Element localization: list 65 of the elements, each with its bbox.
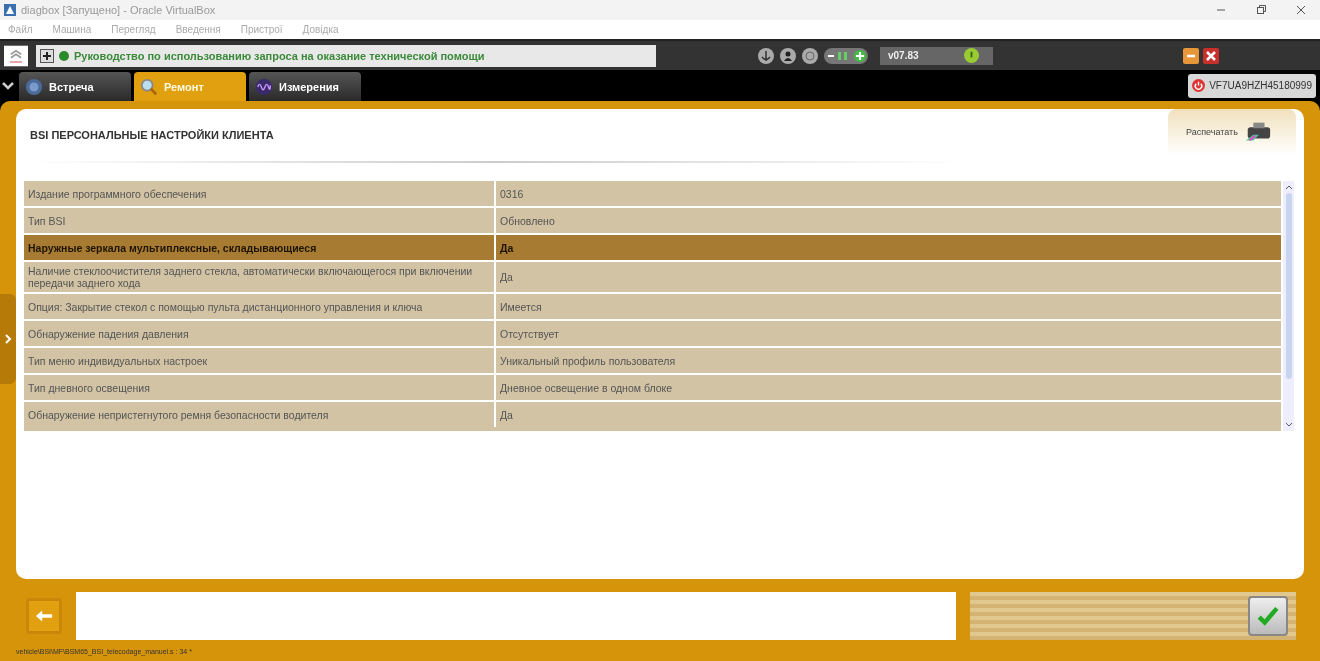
menu-item[interactable]: Перегляд <box>111 24 156 35</box>
close-icon[interactable] <box>1203 47 1219 64</box>
table-row[interactable]: Опция: Закрытие стекол с помощью пульта дистанционного управления и ключа Имеется <box>24 294 1281 319</box>
table-cell-text: Да <box>499 240 515 256</box>
help-link[interactable]: Руководство по использованию запроса на оказание технической помощи <box>74 49 485 62</box>
table-cell: Наличие стеклоочистителя заднего стекла, автоматически включающегося при включении передачи заднего хода <box>24 262 496 292</box>
table-cell-text: Дневное освещение в одном блоке <box>499 380 674 396</box>
arrow-left-icon <box>35 609 53 623</box>
window-title: diagbox [Запущено] - Oracle VirtualBox <box>21 4 216 16</box>
back-button[interactable] <box>26 598 62 634</box>
table-cell: Обнаружение непристегнутого ремня безопасности водителя <box>24 402 496 427</box>
magnifier-icon <box>140 77 158 96</box>
panel-title: BSI ПЕРСОНАЛЬНЫЕ НАСТРОЙКИ КЛИЕНТА <box>30 129 274 141</box>
table-row[interactable]: Тип меню индивидуальных настроек Уникальный профиль пользователя <box>24 348 1281 373</box>
table-row[interactable]: Обнаружение падения давления Отсутствует <box>24 321 1281 346</box>
scroll-up-icon[interactable] <box>1284 184 1293 190</box>
menu-item[interactable]: Довідка <box>302 24 339 35</box>
version-label: v07.83 <box>888 50 919 61</box>
checkmark-icon <box>1257 606 1279 626</box>
person-icon[interactable] <box>780 47 796 64</box>
status-dot-icon <box>59 50 69 61</box>
vin-button[interactable]: VF7UA9HZH45180999 <box>1188 73 1316 98</box>
table-cell: Тип дневного освещения <box>24 375 496 400</box>
tab[interactable]: Встреча <box>19 72 131 101</box>
table-row[interactable]: Тип BSI Обновлено <box>24 208 1281 233</box>
menu-item[interactable]: Пристрої <box>240 24 283 35</box>
wave-icon <box>255 77 273 96</box>
table-row[interactable]: Наружные зеркала мультиплексные, складывающиеся Да <box>24 235 1281 260</box>
tab[interactable]: Измерения <box>249 72 361 101</box>
minimize-icon[interactable] <box>1183 47 1199 64</box>
table-cell-text: Да <box>499 407 514 423</box>
volume-control-icon[interactable] <box>824 47 868 64</box>
app-icon <box>3 3 17 17</box>
table-cell: Тип BSI <box>24 208 496 233</box>
close-icon[interactable] <box>1296 5 1306 15</box>
menu-item[interactable]: Введення <box>175 24 221 35</box>
table-cell: Опция: Закрытие стекол с помощью пульта дистанционного управления и ключа <box>24 294 496 319</box>
menu-item[interactable]: Файл <box>8 24 33 35</box>
scroll-down-icon[interactable] <box>1284 422 1293 428</box>
status-light-icon <box>964 48 979 63</box>
table-cell-text: Уникальный профиль пользователя <box>499 353 677 369</box>
table-cell: Обнаружение падения давления <box>24 321 496 346</box>
table-cell: Тип меню индивидуальных настроек <box>24 348 496 373</box>
table-cell-text: Отсутствует <box>499 326 560 342</box>
logo-icon <box>4 43 28 68</box>
chevron-right-icon <box>4 333 12 345</box>
power-icon <box>1192 79 1206 92</box>
table-row[interactable]: Тип дневного освещения Дневное освещение в одном блоке <box>24 375 1281 400</box>
menu-item[interactable]: Машина <box>52 24 92 35</box>
confirm-button[interactable] <box>1248 596 1288 636</box>
table-cell-text: Да <box>499 270 514 285</box>
print-button[interactable]: Распечатать <box>1168 109 1296 155</box>
table-row[interactable]: Наличие стеклоочистителя заднего стекла, автоматически включающегося при включении передачи заднего хода Да <box>24 262 1281 292</box>
table-cell: Издание программного обеспечения <box>24 181 496 206</box>
table-cell-text: Имеется <box>499 299 543 315</box>
table-row[interactable]: Обнаружение непристегнутого ремня безопасности водителя Да <box>24 402 1281 427</box>
side-panel-handle[interactable] <box>0 294 16 384</box>
table-cell-text: 0316 <box>499 186 525 202</box>
table-cell-text: Обновлено <box>499 213 556 229</box>
table-row[interactable]: Издание программного обеспечения 0316 <box>24 181 1281 206</box>
table-cell: Наружные зеркала мультиплексные, складывающиеся <box>24 235 496 260</box>
restore-icon[interactable] <box>1256 5 1266 15</box>
scrollbar[interactable] <box>1283 181 1294 431</box>
chevron-down-icon[interactable] <box>2 80 14 91</box>
plus-icon[interactable] <box>40 48 54 63</box>
